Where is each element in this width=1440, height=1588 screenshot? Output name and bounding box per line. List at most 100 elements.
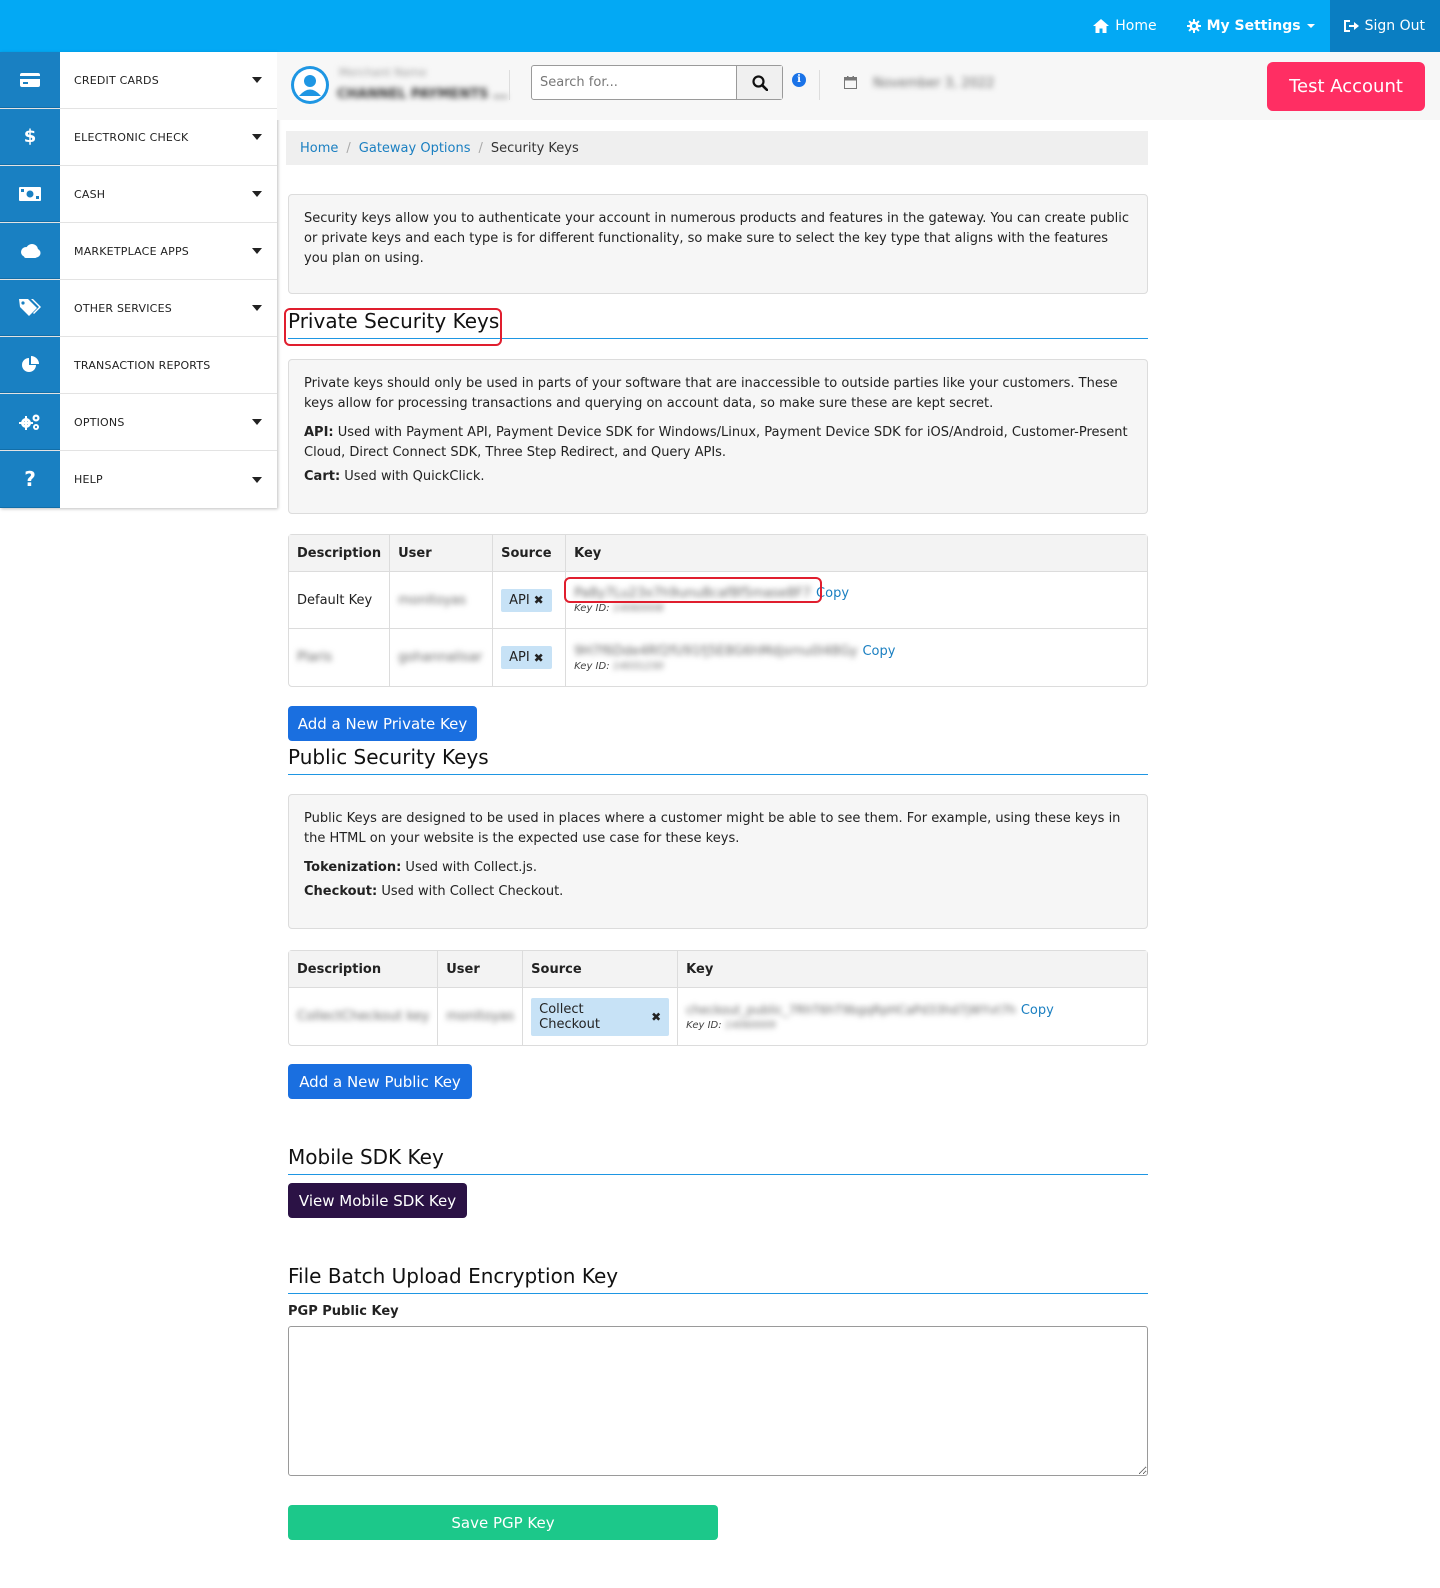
key-description: CollectCheckout key: [297, 1009, 430, 1024]
credit-card-icon: [0, 52, 60, 108]
top-navbar: Home My Settings Sign Out: [0, 0, 1440, 52]
public-keys-title-text: Public Security Keys: [288, 745, 489, 769]
cart-label: Cart:: [304, 469, 341, 484]
sidebar-item-marketplace-apps[interactable]: MARKETPLACE APPS: [0, 223, 277, 280]
table-row: Plaris gohannalisar API ✖ 9H7f6Dde4Rf2fU…: [289, 629, 1147, 686]
sidebar-item-help[interactable]: ? HELP: [0, 451, 277, 508]
tokenization-desc: Used with Collect.js.: [401, 860, 537, 875]
breadcrumb: Home / Gateway Options / Security Keys: [286, 131, 1148, 165]
search-box: [531, 65, 783, 100]
breadcrumb-current: Security Keys: [490, 140, 579, 156]
source-label: API: [509, 650, 530, 665]
sidebar-item-label: OPTIONS: [74, 415, 125, 429]
column-header: Key: [566, 535, 1147, 572]
pgp-key-label: PGP Public Key: [288, 1304, 399, 1319]
column-header: User: [390, 535, 494, 572]
sidebar-item-electronic-check[interactable]: $ ELECTRONIC CHECK: [0, 109, 277, 166]
sidebar-item-options[interactable]: OPTIONS: [0, 394, 277, 451]
api-label: API:: [304, 425, 334, 440]
breadcrumb-gateway-options[interactable]: Gateway Options: [359, 141, 471, 156]
nav-signout-label: Sign Out: [1364, 18, 1425, 34]
sidebar-item-label: MARKETPLACE APPS: [74, 244, 189, 258]
add-public-key-button[interactable]: Add a New Public Key: [288, 1064, 472, 1099]
column-header: Key: [678, 951, 1147, 988]
sidebar-item-other-services[interactable]: OTHER SERVICES: [0, 280, 277, 337]
sidebar-item-label: TRANSACTION REPORTS: [74, 358, 211, 372]
header-bar: Merchant Name CHANNEL PAYMENTS ... i Nov…: [277, 52, 1440, 120]
key-value: 9H7f6Dde4Rf2fU91fj5E8G6hMdjsrnu0l48Gy: [574, 643, 858, 659]
caret-down-icon: [1306, 24, 1315, 28]
remove-key-icon[interactable]: ✖: [534, 651, 544, 665]
nav-home-link[interactable]: Home: [1078, 0, 1171, 52]
source-label: Collect Checkout: [539, 1001, 600, 1032]
intro-text: Security keys allow you to authenticate …: [304, 211, 1130, 266]
caret-down-icon: [237, 451, 277, 508]
breadcrumb-home[interactable]: Home: [300, 141, 338, 156]
private-keys-title-text: Private Security Keys: [288, 309, 500, 333]
column-header: Source: [523, 951, 679, 988]
file-batch-title: File Batch Upload Encryption Key: [288, 1263, 1148, 1294]
key-user: monitoyas: [398, 592, 467, 608]
add-private-key-button[interactable]: Add a New Private Key: [288, 706, 477, 741]
tags-icon: [0, 280, 60, 336]
sidebar-item-credit-cards[interactable]: CREDIT CARDS: [0, 52, 277, 109]
key-user: gohannalisar: [398, 650, 483, 665]
info-icon[interactable]: i: [792, 73, 806, 87]
nav-signout-link[interactable]: Sign Out: [1329, 0, 1440, 52]
breadcrumb-separator: /: [346, 140, 351, 156]
gears-icon: [0, 394, 60, 450]
dollar-icon: $: [0, 109, 60, 165]
key-id-label: Key ID:: [574, 660, 610, 672]
sidebar-item-label: CASH: [74, 187, 106, 201]
search-button[interactable]: [736, 66, 782, 99]
table-header-row: Description User Source Key: [289, 951, 1147, 988]
sidebar: CREDIT CARDS $ ELECTRONIC CHECK CASH MAR…: [0, 52, 277, 508]
copy-key-link[interactable]: Copy: [862, 644, 895, 659]
question-icon: ?: [0, 451, 60, 508]
sidebar-item-label: OTHER SERVICES: [74, 301, 172, 315]
sidebar-item-cash[interactable]: CASH: [0, 166, 277, 223]
sidebar-item-label: HELP: [74, 473, 103, 486]
caret-down-icon: [237, 109, 277, 165]
divider: [819, 70, 820, 100]
table-row: CollectCheckout key monitoyas Collect Ch…: [289, 988, 1147, 1045]
remove-key-icon[interactable]: ✖: [651, 1010, 661, 1024]
private-keys-table: Description User Source Key Default Key …: [288, 534, 1148, 687]
public-keys-title: Public Security Keys: [288, 744, 1148, 775]
checkout-label: Checkout:: [304, 884, 378, 899]
copy-key-link[interactable]: Copy: [816, 586, 849, 601]
home-icon: [1093, 19, 1110, 33]
merchant-company: CHANNEL PAYMENTS ...: [337, 87, 508, 102]
column-header: Description: [289, 535, 391, 572]
mobile-sdk-title: Mobile SDK Key: [288, 1144, 1148, 1175]
key-id-value: 14031230: [612, 660, 664, 672]
intro-panel: Security keys allow you to authenticate …: [288, 194, 1148, 294]
key-id-label: Key ID:: [686, 1019, 722, 1031]
private-keys-desc: Private keys should only be used in part…: [304, 376, 1118, 411]
remove-key-icon[interactable]: ✖: [534, 593, 544, 607]
copy-key-link[interactable]: Copy: [1021, 1003, 1054, 1018]
view-mobile-sdk-key-button[interactable]: View Mobile SDK Key: [288, 1183, 467, 1218]
avatar[interactable]: [291, 66, 329, 104]
checkout-desc: Used with Collect Checkout.: [377, 884, 564, 899]
pie-chart-icon: [0, 337, 60, 393]
tokenization-label: Tokenization:: [304, 860, 402, 875]
test-account-button[interactable]: Test Account: [1267, 62, 1425, 111]
source-badge: API ✖: [501, 646, 552, 669]
column-header: Source: [493, 535, 567, 572]
nav-settings-dropdown[interactable]: My Settings: [1172, 0, 1330, 52]
column-header: User: [438, 951, 524, 988]
mobile-sdk-title-text: Mobile SDK Key: [288, 1145, 444, 1169]
gear-icon: [1186, 19, 1201, 33]
caret-down-icon: [237, 394, 277, 450]
key-value: checkout_public_7RhT6hT9bgqRpHCaPd33hd7j…: [686, 1002, 1016, 1017]
public-keys-info-panel: Public Keys are designed to be used in p…: [288, 794, 1148, 929]
cloud-icon: [0, 223, 60, 279]
sidebar-item-transaction-reports[interactable]: TRANSACTION REPORTS: [0, 337, 277, 394]
api-desc: Used with Payment API, Payment Device SD…: [304, 425, 1128, 460]
column-header: Description: [289, 951, 439, 988]
save-pgp-key-button[interactable]: Save PGP Key: [288, 1505, 718, 1540]
caret-down-icon: [237, 223, 277, 279]
search-input[interactable]: [532, 66, 736, 99]
pgp-key-textarea[interactable]: [288, 1326, 1148, 1476]
